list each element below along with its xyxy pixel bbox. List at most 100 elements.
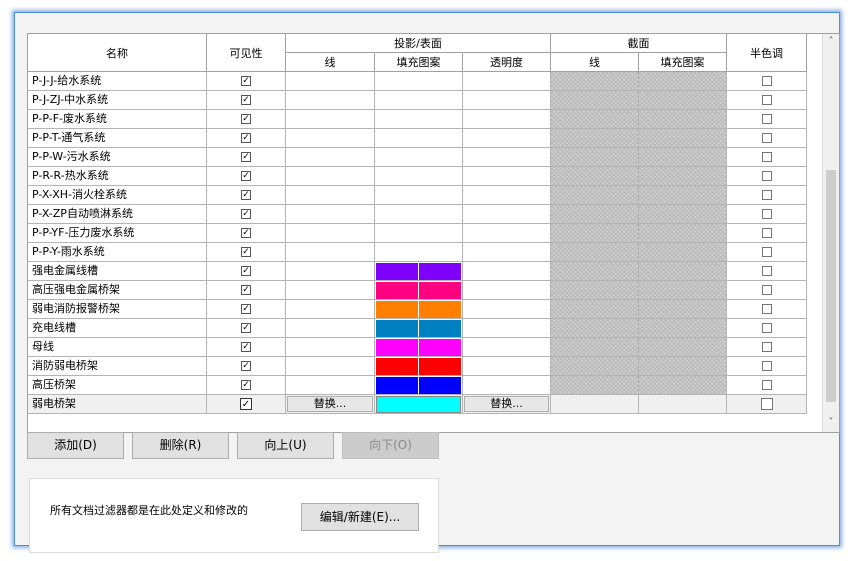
override-line-button[interactable]: 替换... — [287, 396, 373, 412]
halftone-checkbox[interactable] — [761, 304, 772, 314]
table-row[interactable]: 弱电消防报警桥架 — [28, 300, 807, 319]
fill-swatch[interactable] — [376, 396, 461, 413]
fill-swatch[interactable] — [419, 377, 461, 394]
fill-swatch[interactable] — [376, 301, 418, 318]
halftone-checkbox[interactable] — [761, 76, 772, 86]
table-row[interactable]: 弱电桥架 替换... 替换... — [28, 395, 807, 414]
visibility-checkbox[interactable] — [241, 361, 251, 371]
table-row[interactable]: P-P-F-废水系统 — [28, 110, 807, 129]
row-name: 弱电桥架 — [28, 395, 207, 414]
halftone-checkbox[interactable] — [761, 95, 772, 105]
table-row[interactable]: P-R-R-热水系统 — [28, 167, 807, 186]
halftone-checkbox[interactable] — [761, 228, 772, 238]
visibility-checkbox[interactable] — [241, 171, 251, 181]
halftone-checkbox[interactable] — [761, 342, 772, 352]
scroll-up-icon[interactable]: ˄ — [823, 34, 839, 50]
row-visible-cell — [207, 110, 286, 129]
projection-transparency-cell — [463, 281, 551, 300]
visibility-checkbox[interactable] — [241, 380, 251, 390]
cut-line-cell — [551, 357, 639, 376]
row-halftone-cell — [727, 262, 807, 281]
fill-swatch[interactable] — [419, 339, 461, 356]
row-halftone-cell — [727, 357, 807, 376]
table-row[interactable]: 强电金属线槽 — [28, 262, 807, 281]
header-proj-fill: 填充图案 — [375, 53, 463, 72]
projection-fill-cell — [375, 110, 463, 129]
table-row[interactable]: 消防弱电桥架 — [28, 357, 807, 376]
visibility-checkbox[interactable] — [241, 114, 251, 124]
fill-swatch[interactable] — [376, 282, 418, 299]
move-up-button[interactable]: 向上(U) — [237, 432, 334, 459]
visibility-checkbox[interactable] — [241, 323, 251, 333]
table-row[interactable]: P-P-W-污水系统 — [28, 148, 807, 167]
halftone-checkbox[interactable] — [761, 285, 772, 295]
halftone-checkbox[interactable] — [761, 171, 772, 181]
fill-swatch[interactable] — [376, 377, 418, 394]
visibility-checkbox[interactable] — [241, 342, 251, 352]
halftone-checkbox[interactable] — [761, 209, 772, 219]
cut-fill-cell — [639, 167, 727, 186]
visibility-checkbox[interactable] — [241, 76, 251, 86]
scroll-down-icon[interactable]: ˅ — [823, 415, 839, 431]
projection-fill-cell — [375, 72, 463, 91]
visibility-checkbox[interactable] — [241, 190, 251, 200]
add-button[interactable]: 添加(D) — [27, 432, 124, 459]
table-row[interactable]: P-P-Y-雨水系统 — [28, 243, 807, 262]
scroll-thumb[interactable] — [826, 170, 836, 402]
visibility-checkbox[interactable] — [241, 266, 251, 276]
override-transparency-button[interactable]: 替换... — [464, 396, 549, 412]
visibility-checkbox[interactable] — [241, 247, 251, 257]
cut-line-cell — [551, 129, 639, 148]
row-halftone-cell — [727, 110, 807, 129]
table-row[interactable]: 高压桥架 — [28, 376, 807, 395]
table-row[interactable]: P-P-YF-压力废水系统 — [28, 224, 807, 243]
projection-transparency-cell — [463, 300, 551, 319]
cut-fill-cell — [639, 262, 727, 281]
halftone-checkbox[interactable] — [761, 323, 772, 333]
cut-fill-cell — [639, 110, 727, 129]
halftone-checkbox[interactable] — [761, 190, 772, 200]
projection-line-cell — [286, 148, 375, 167]
halftone-checkbox[interactable] — [761, 152, 772, 162]
visibility-checkbox[interactable] — [241, 228, 251, 238]
fill-swatch[interactable] — [419, 358, 461, 375]
visibility-checkbox[interactable] — [241, 285, 251, 295]
table-row[interactable]: P-X-ZP自动喷淋系统 — [28, 205, 807, 224]
fill-swatch[interactable] — [376, 358, 418, 375]
visibility-checkbox[interactable] — [241, 304, 251, 314]
vertical-scrollbar[interactable]: ˄ ˅ — [822, 34, 839, 432]
fill-swatch[interactable] — [376, 320, 418, 337]
table-row[interactable]: P-J-ZJ-中水系统 — [28, 91, 807, 110]
table-row[interactable]: 充电线槽 — [28, 319, 807, 338]
halftone-checkbox[interactable] — [761, 266, 772, 276]
edit-new-button[interactable]: 编辑/新建(E)... — [301, 503, 419, 531]
projection-line-cell — [286, 338, 375, 357]
info-text: 所有文档过滤器都是在此处定义和修改的 — [50, 504, 248, 517]
fill-swatch[interactable] — [419, 263, 461, 280]
table-row[interactable]: P-J-J-给水系统 — [28, 72, 807, 91]
row-visible-cell — [207, 91, 286, 110]
delete-button[interactable]: 删除(R) — [132, 432, 229, 459]
fill-swatch[interactable] — [376, 263, 418, 280]
fill-swatch[interactable] — [419, 320, 461, 337]
visibility-checkbox[interactable] — [241, 95, 251, 105]
visibility-checkbox[interactable] — [240, 398, 252, 410]
cut-fill-cell — [639, 395, 727, 414]
fill-swatch[interactable] — [419, 282, 461, 299]
fill-swatch[interactable] — [376, 339, 418, 356]
halftone-checkbox[interactable] — [761, 247, 772, 257]
table-row[interactable]: P-X-XH-消火栓系统 — [28, 186, 807, 205]
table-row[interactable]: 母线 — [28, 338, 807, 357]
halftone-checkbox[interactable] — [761, 380, 772, 390]
visibility-checkbox[interactable] — [241, 152, 251, 162]
table-row[interactable]: P-P-T-通气系统 — [28, 129, 807, 148]
visibility-checkbox[interactable] — [241, 133, 251, 143]
halftone-checkbox[interactable] — [760, 398, 773, 410]
table-row[interactable]: 高压强电金属桥架 — [28, 281, 807, 300]
halftone-checkbox[interactable] — [761, 133, 772, 143]
halftone-checkbox[interactable] — [761, 114, 772, 124]
halftone-checkbox[interactable] — [761, 361, 772, 371]
visibility-checkbox[interactable] — [241, 209, 251, 219]
fill-swatch[interactable] — [419, 301, 461, 318]
projection-transparency-cell — [463, 338, 551, 357]
